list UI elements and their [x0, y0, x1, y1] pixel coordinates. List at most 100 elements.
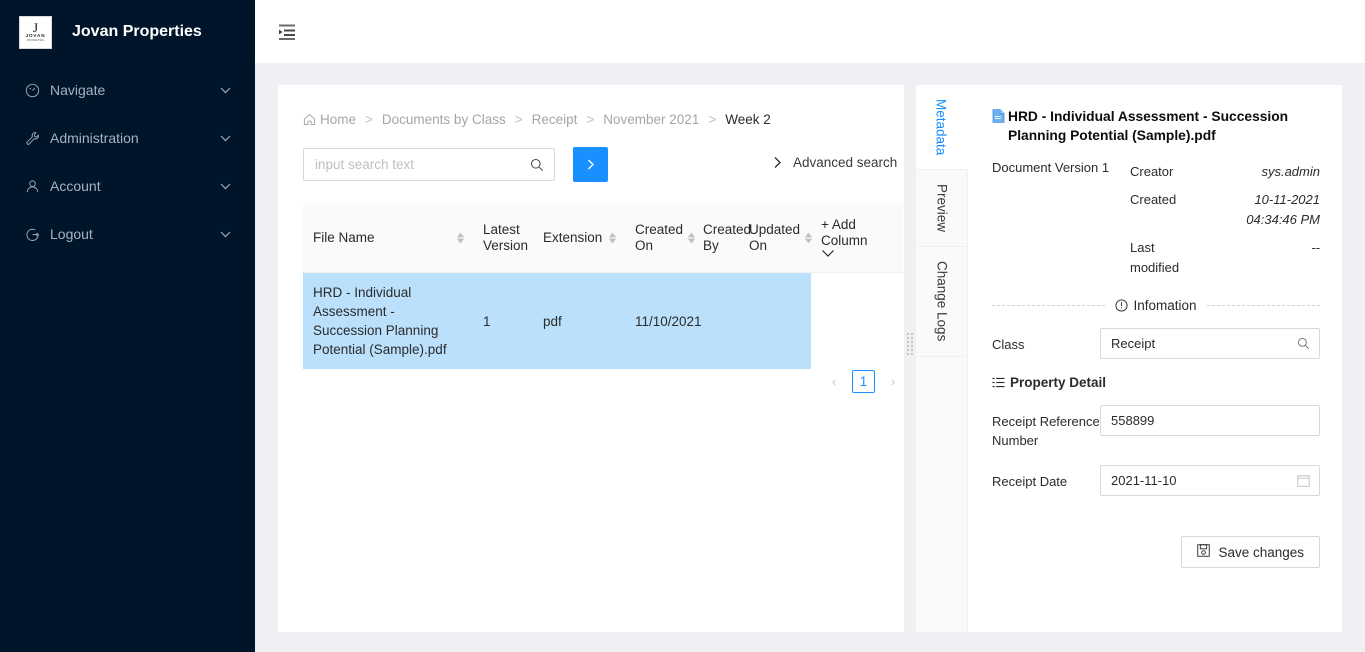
sidebar-item-account[interactable]: Account: [0, 166, 255, 206]
breadcrumb-item-receipt[interactable]: Receipt: [532, 112, 578, 127]
cell-latest-version: 1: [473, 272, 533, 369]
detail-tabs: Metadata Preview Change Logs: [916, 85, 968, 632]
receipt-reference-number-wrapper[interactable]: [1100, 405, 1320, 436]
chevron-down-icon: [219, 84, 231, 96]
info-circle-icon: [1115, 299, 1129, 312]
dashboard-icon: [24, 82, 40, 98]
column-header-latest-version[interactable]: Latest Version: [473, 203, 533, 273]
tab-change-logs[interactable]: Change Logs: [916, 247, 968, 357]
breadcrumb-separator: >: [586, 112, 595, 127]
sort-toggle-icon[interactable]: [687, 232, 696, 244]
breadcrumb-item-documents-by-class[interactable]: Documents by Class: [382, 112, 506, 127]
property-detail-heading: Property Detail: [992, 375, 1320, 390]
add-column-label: + Add Column: [821, 217, 868, 248]
search-row: Advanced search: [303, 145, 903, 189]
column-header-created-by[interactable]: Created By: [693, 203, 751, 273]
cell-updated-on: [739, 272, 811, 369]
sort-toggle-icon[interactable]: [608, 232, 617, 244]
tab-label: Preview: [934, 184, 950, 233]
save-row: Save changes: [992, 536, 1320, 568]
class-input[interactable]: [1101, 336, 1288, 351]
column-label: Updated On: [749, 221, 801, 253]
receipt-reference-number-input[interactable]: [1101, 413, 1319, 428]
search-icon[interactable]: [1288, 337, 1319, 350]
brand[interactable]: J JOVAN PROPERTIES Jovan Properties: [0, 0, 255, 64]
chevron-down-icon: [219, 132, 231, 144]
calendar-icon[interactable]: [1288, 474, 1319, 487]
chevron-down-icon: [219, 228, 231, 240]
advanced-search-toggle[interactable]: Advanced search: [773, 155, 897, 170]
tab-preview[interactable]: Preview: [916, 170, 968, 248]
brand-logo: J JOVAN PROPERTIES: [19, 15, 52, 49]
column-label: Created By: [703, 221, 752, 253]
metadata-value-last-modified: --: [1311, 240, 1320, 255]
cell-created-on: 11/10/2021: [625, 272, 739, 369]
breadcrumb-item-november-2021[interactable]: November 2021: [603, 112, 699, 127]
chevron-down-icon[interactable]: [821, 249, 895, 258]
property-detail-label: Property Detail: [1010, 375, 1107, 390]
sidebar-item-administration[interactable]: Administration: [0, 118, 255, 158]
pane-splitter-handle[interactable]: [904, 85, 916, 632]
cell-file-name: HRD - Individual Assessment - Succession…: [303, 272, 473, 369]
app-root: J JOVAN PROPERTIES Jovan Properties Navi…: [0, 0, 1365, 652]
breadcrumb-item-home[interactable]: Home: [320, 112, 356, 127]
column-label: Extension: [543, 229, 603, 245]
pagination-page-1[interactable]: 1: [852, 370, 875, 393]
column-header-extension[interactable]: Extension: [533, 203, 625, 273]
receipt-date-input[interactable]: [1101, 473, 1288, 488]
sidebar-item-logout[interactable]: Logout: [0, 214, 255, 254]
column-header-file-name[interactable]: File Name: [303, 203, 473, 273]
tab-metadata[interactable]: Metadata: [916, 85, 968, 171]
menu-fold-icon[interactable]: [278, 23, 298, 41]
breadcrumb-separator: >: [514, 112, 523, 127]
document-version: Document Version 1: [992, 160, 1110, 175]
main-card: Home > Documents by Class > Receipt > No…: [278, 85, 1342, 632]
search-icon[interactable]: [520, 158, 554, 172]
breadcrumb: Home > Documents by Class > Receipt > No…: [303, 112, 771, 127]
ordered-list-icon: [992, 376, 1005, 389]
column-header-add-column[interactable]: + Add Column: [811, 203, 903, 273]
information-divider-label: Infomation: [1133, 298, 1197, 313]
chevron-right-icon: [773, 156, 782, 169]
chevron-right-icon: [587, 159, 594, 170]
sidebar: J JOVAN PROPERTIES Jovan Properties Navi…: [0, 0, 255, 652]
sidebar-item-navigate[interactable]: Navigate: [0, 70, 255, 110]
search-box[interactable]: [303, 148, 555, 181]
pagination-prev-button[interactable]: ‹: [824, 372, 844, 392]
sidebar-item-label: Account: [50, 178, 101, 194]
search-input[interactable]: [304, 157, 520, 172]
sort-toggle-icon[interactable]: [456, 232, 465, 244]
drag-dots-icon: [907, 333, 913, 355]
sidebar-item-label: Navigate: [50, 82, 106, 98]
logout-icon: [24, 226, 40, 242]
sidebar-item-label: Logout: [50, 226, 93, 242]
class-field-row: Class: [992, 328, 1320, 359]
column-header-created-on[interactable]: Created On: [625, 203, 696, 273]
receipt-reference-number-label: Receipt Reference Number: [992, 414, 1100, 448]
cell-extension: pdf: [533, 272, 625, 369]
document-title-text: HRD - Individual Assessment - Succession…: [1008, 109, 1289, 143]
sort-toggle-icon[interactable]: [804, 232, 813, 244]
divider-line-left: [992, 305, 1106, 306]
pagination: ‹ 1 ›: [303, 370, 903, 393]
pagination-next-button[interactable]: ›: [883, 372, 903, 392]
search-submit-button[interactable]: [573, 147, 608, 182]
cell-empty: [811, 272, 903, 369]
table-row[interactable]: HRD - Individual Assessment - Succession…: [303, 272, 903, 369]
logo-letter: J: [32, 19, 39, 35]
user-icon: [24, 178, 40, 194]
metadata-grid: Document Version 1 Creator sys.admin Cre…: [992, 158, 1320, 282]
document-title: HRD - Individual Assessment - Succession…: [992, 107, 1320, 145]
receipt-date-wrapper[interactable]: [1100, 465, 1320, 496]
file-pdf-icon: [992, 109, 1005, 128]
column-header-updated-on[interactable]: Updated On: [739, 203, 813, 273]
tool-icon: [24, 130, 40, 146]
sidebar-nav: Navigate Administration Account Logout: [0, 70, 255, 254]
save-icon: [1197, 544, 1211, 560]
advanced-search-label: Advanced search: [793, 155, 898, 170]
tab-label: Metadata: [933, 99, 949, 156]
class-input-wrapper[interactable]: [1100, 328, 1320, 359]
metadata-key-created: Created: [1130, 192, 1177, 207]
save-changes-button[interactable]: Save changes: [1181, 536, 1320, 568]
chevron-down-icon: [219, 180, 231, 192]
